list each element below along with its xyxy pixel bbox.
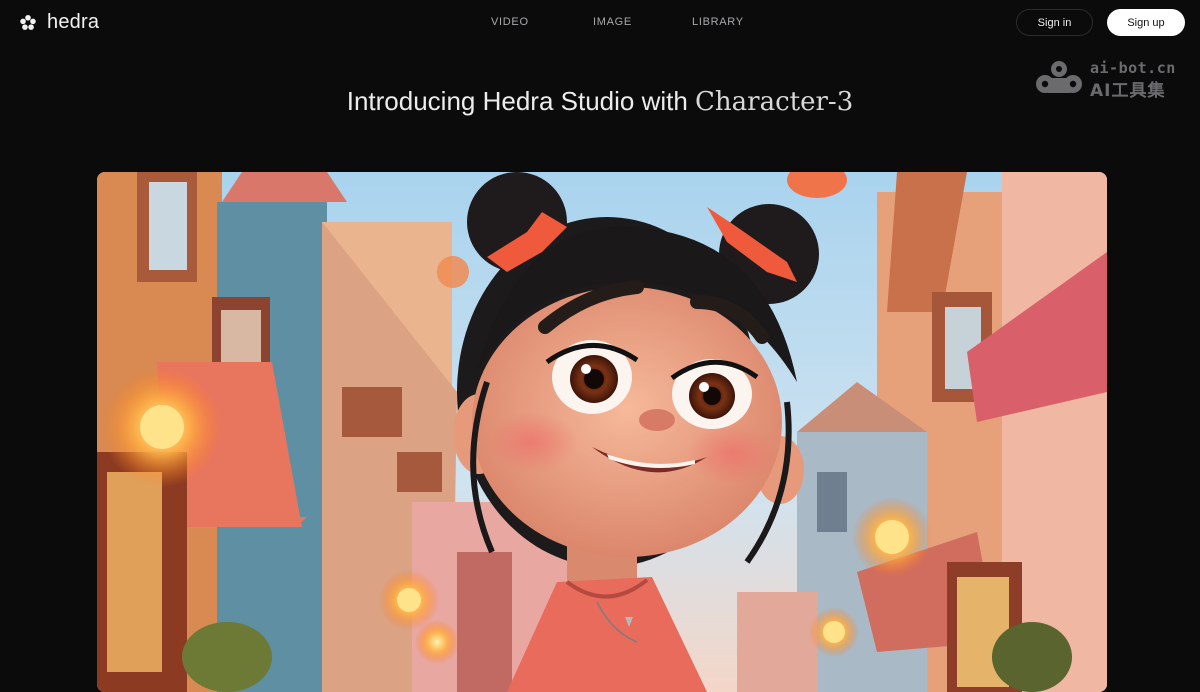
- hero-illustration: [97, 172, 1107, 692]
- sign-in-button[interactable]: Sign in: [1016, 9, 1093, 36]
- hero-image: [97, 172, 1107, 692]
- sign-up-button[interactable]: Sign up: [1107, 9, 1185, 36]
- nav-link-video[interactable]: VIDEO: [491, 16, 529, 28]
- nav-link-image[interactable]: IMAGE: [593, 16, 632, 28]
- top-nav: hedra VIDEO IMAGE LIBRARY Sign in Sign u…: [0, 0, 1200, 46]
- headline-main: Introducing Hedra Studio with: [346, 86, 696, 116]
- page-title: Introducing Hedra Studio with Character-…: [0, 86, 1200, 117]
- nav-link-library[interactable]: LIBRARY: [692, 16, 744, 28]
- headline-accent: Character-3: [695, 87, 854, 117]
- watermark-domain: ai-bot.cn: [1090, 59, 1176, 77]
